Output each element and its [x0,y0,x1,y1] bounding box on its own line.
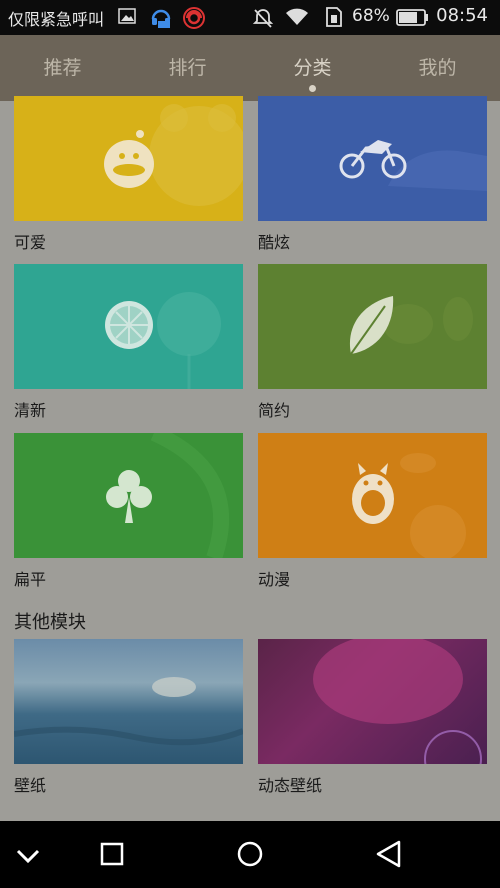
status-bar: 仅限紧急呼叫 68% 08:54 [0,0,500,35]
category-tile [14,433,243,558]
tab-ranking[interactable]: 排行 [125,35,250,101]
battery-percent: 68% [352,6,390,26]
totoro-icon [350,461,396,529]
top-tab-bar: 推荐 排行 分类 我的 [0,35,500,101]
wifi-icon [284,6,310,30]
live-wallpaper-thumbnail [258,639,487,764]
category-card-fresh[interactable] [14,264,243,389]
duck-icon [102,128,156,194]
system-nav-bar [0,821,500,888]
category-label: 简约 [258,401,291,420]
category-tile [14,264,243,389]
tab-mine[interactable]: 我的 [375,35,500,101]
clock: 08:54 [436,5,488,26]
category-card-cool[interactable] [258,96,487,221]
module-label: 壁纸 [14,776,47,795]
clover-icon [103,467,155,529]
module-card-wallpaper[interactable] [14,639,243,764]
network-status-text: 仅限紧急呼叫 [8,10,105,29]
record-icon [182,6,206,34]
category-tile [258,264,487,389]
category-tile [14,96,243,221]
category-card-flat[interactable] [14,433,243,558]
category-label: 动漫 [258,570,291,589]
home-icon[interactable] [215,821,285,888]
lemon-icon [103,299,155,355]
category-label: 酷炫 [258,233,291,252]
category-card-anime[interactable] [258,433,487,558]
headset-notification-icon [150,5,172,33]
leaf-icon [345,294,397,362]
collapse-icon[interactable] [0,821,63,888]
category-label: 可爱 [14,233,47,252]
sim-icon [324,6,344,32]
module-label: 动态壁纸 [258,776,323,795]
active-tab-indicator [309,85,316,92]
module-card-live-wallpaper[interactable] [258,639,487,764]
category-tile [258,96,487,221]
category-card-cute[interactable] [14,96,243,221]
battery-icon [396,9,430,31]
mute-icon [252,7,274,33]
recents-icon[interactable] [77,821,147,888]
category-card-simple[interactable] [258,264,487,389]
motorcycle-icon [338,134,408,186]
back-icon[interactable] [353,821,423,888]
tab-recommend[interactable]: 推荐 [0,35,125,101]
category-label: 清新 [14,401,47,420]
wallpaper-thumbnail [14,639,243,764]
category-label: 扁平 [14,570,47,589]
category-tile [258,433,487,558]
image-icon [118,8,136,28]
section-title-other-modules: 其他模块 [14,612,86,633]
